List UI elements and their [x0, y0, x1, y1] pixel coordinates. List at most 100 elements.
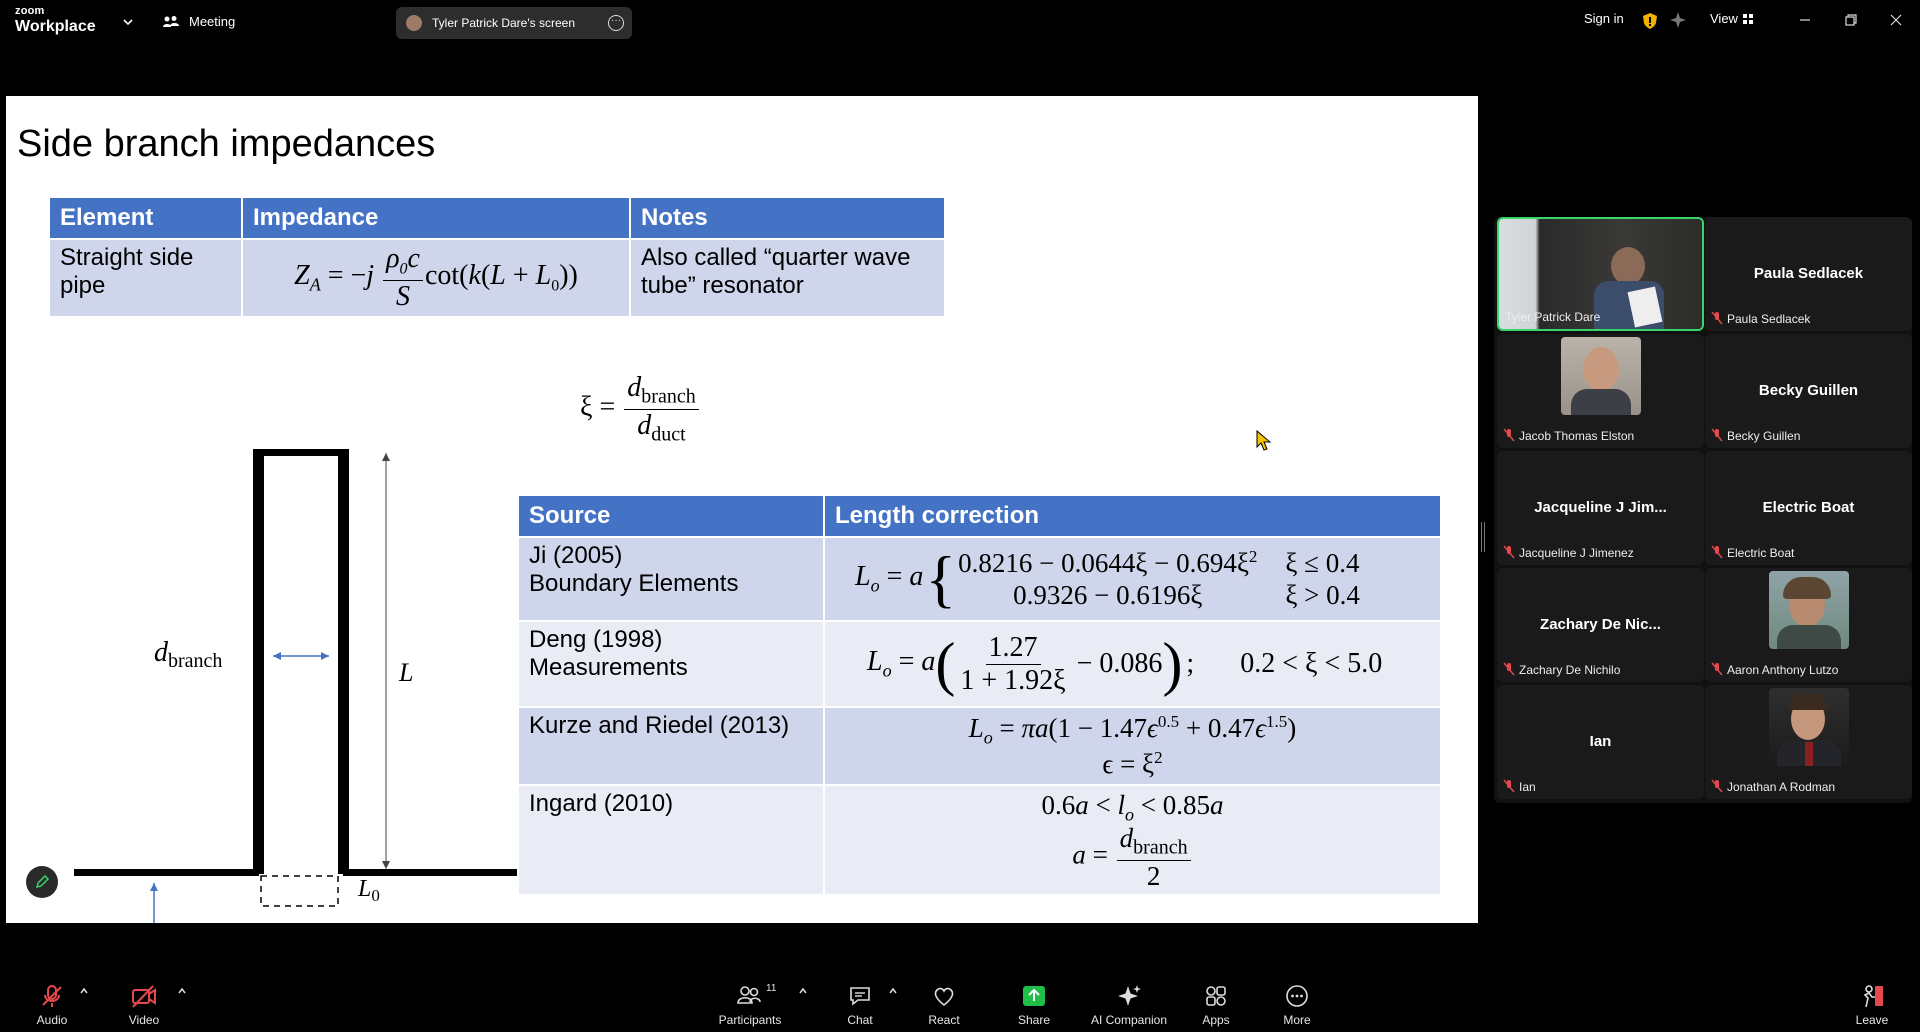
video-off-icon — [132, 985, 156, 1008]
heart-icon — [934, 987, 954, 1007]
mic-off-icon — [1503, 428, 1515, 442]
kurze-formula: Lo = πa(1 − 1.47ϵ0.5 + 0.47ϵ1.5) ϵ = ξ2 — [823, 705, 1442, 787]
mic-off-icon — [1503, 545, 1515, 559]
share-screen-icon — [1023, 986, 1045, 1006]
share-indicator-text: Tyler Patrick Dare's screen — [432, 16, 575, 30]
meeting-label: Meeting — [189, 14, 236, 29]
participant-tile[interactable]: Ian Ian — [1497, 685, 1704, 799]
participant-name: Tyler Patrick Dare — [1505, 310, 1601, 324]
participant-tile[interactable]: Becky Guillen Becky Guillen — [1705, 334, 1912, 448]
mic-off-icon — [1503, 662, 1515, 676]
end-correction-box — [260, 875, 339, 907]
participant-name: Zachary De Nichilo — [1519, 663, 1621, 677]
view-button[interactable]: View — [1710, 11, 1738, 26]
participant-tile[interactable]: Jacqueline J Jim... Jacqueline J Jimenez — [1497, 451, 1704, 565]
ji-formula: Lo = a { 0.8216 − 0.0644ξ − 0.694ξ2 ξ ≤ … — [823, 536, 1442, 622]
participants-icon — [737, 986, 761, 1004]
mic-off-icon — [1711, 662, 1723, 676]
table-cell: Straight side pipe — [48, 238, 243, 318]
more-button[interactable]: More — [1257, 983, 1337, 1027]
participant-name: Jacqueline J Jimenez — [1519, 546, 1634, 560]
mic-off-icon — [1711, 779, 1723, 793]
restore-icon[interactable] — [1841, 10, 1861, 30]
participant-name: Aaron Anthony Lutzo — [1727, 663, 1839, 677]
duct-wall-top-right — [343, 869, 521, 876]
participant-display-name: Electric Boat — [1762, 499, 1855, 516]
grid-view-icon[interactable] — [1742, 13, 1754, 25]
participants-options-caret-icon[interactable] — [798, 987, 808, 995]
leave-button[interactable]: Leave — [1832, 983, 1912, 1027]
meeting-toolbar: Audio Video Participants 11 Chat React S… — [0, 973, 1920, 1032]
video-options-caret-icon[interactable] — [177, 987, 187, 995]
more-icon — [1286, 985, 1308, 1007]
participant-display-name: Becky Guillen — [1758, 382, 1859, 399]
slide-title: Side branch impedances — [17, 123, 436, 165]
ai-companion-button[interactable]: AI Companion — [1084, 983, 1174, 1027]
sign-in-link[interactable]: Sign in — [1584, 11, 1624, 26]
participant-name: Jacob Thomas Elston — [1519, 429, 1635, 443]
apps-button[interactable]: Apps — [1176, 983, 1256, 1027]
participant-photo — [1769, 688, 1849, 766]
length-correction-table: Source Length correction Ji (2005) Bound… — [517, 494, 1442, 896]
d-branch-label: dbranch — [154, 637, 222, 672]
mic-off-icon — [1711, 545, 1723, 559]
participant-tile[interactable]: Aaron Anthony Lutzo — [1705, 568, 1912, 682]
annotate-pencil-icon[interactable] — [26, 866, 58, 898]
ingard-formula: 0.6a < lo < 0.85a a = dbranch 2 — [823, 784, 1442, 896]
meeting-menu[interactable]: Meeting — [162, 14, 235, 29]
screen-share-indicator[interactable]: Tyler Patrick Dare's screen ··· — [396, 7, 632, 39]
duct-wall-top-left — [74, 869, 259, 876]
resize-handle[interactable] — [1481, 522, 1485, 552]
participant-name: Electric Boat — [1727, 546, 1795, 560]
video-button[interactable]: Video — [104, 983, 184, 1027]
table-header: Impedance — [241, 196, 631, 240]
participant-photo — [1561, 337, 1641, 415]
participant-tile[interactable]: Tyler Patrick Dare — [1497, 217, 1704, 331]
participants-icon — [163, 15, 179, 27]
mic-off-icon — [1711, 311, 1723, 325]
title-bar: zoom Workplace Meeting Tyler Patrick Dar… — [0, 0, 1920, 45]
table-header: Element — [48, 196, 243, 240]
participant-name: Ian — [1519, 780, 1536, 794]
table-header: Notes — [629, 196, 946, 240]
table-cell: Kurze and Riedel (2013) — [517, 705, 825, 787]
participants-button[interactable]: Participants 11 — [710, 983, 790, 1027]
participant-tile[interactable]: Paula Sedlacek Paula Sedlacek — [1705, 217, 1912, 331]
xi-definition: ξ = dbranch dduct — [580, 374, 701, 444]
participant-photo — [1769, 571, 1849, 649]
mic-off-icon — [1711, 428, 1723, 442]
mic-off-icon — [1503, 779, 1515, 793]
presenter-head — [1611, 247, 1645, 285]
apps-icon — [1206, 986, 1226, 1006]
ai-sparkle-icon — [1118, 985, 1141, 1006]
participant-tile[interactable]: Zachary De Nic... Zachary De Nichilo — [1497, 568, 1704, 682]
minimize-icon[interactable] — [1795, 10, 1815, 30]
participant-tile[interactable]: Electric Boat Electric Boat — [1705, 451, 1912, 565]
impedance-formula: ZA = −j ρ0c Scot(k(L + L0)) — [241, 238, 631, 318]
chevron-down-icon[interactable] — [121, 15, 135, 29]
participant-display-name: Jacqueline J Jim... — [1534, 499, 1667, 516]
shield-icon[interactable] — [1642, 12, 1658, 30]
table-cell: Ji (2005) Boundary Elements — [517, 536, 825, 622]
table-header: Source — [517, 494, 825, 538]
end-correction-label: L0 — [357, 876, 380, 905]
shared-screen-slide: Side branch impedances Element Impedance… — [6, 96, 1478, 923]
more-options-icon[interactable]: ··· — [608, 15, 624, 31]
participant-display-name: Ian — [1589, 733, 1612, 750]
participants-count-badge: 11 — [766, 983, 777, 994]
close-icon[interactable] — [1886, 10, 1906, 30]
table-cell: Ingard (2010) — [517, 784, 825, 896]
chat-icon — [850, 987, 870, 1006]
sparkle-icon[interactable] — [1670, 12, 1686, 28]
share-button[interactable]: Share — [994, 983, 1074, 1027]
branch-cap — [253, 449, 349, 456]
participant-display-name: Paula Sedlacek — [1753, 265, 1864, 282]
audio-options-caret-icon[interactable] — [79, 987, 89, 995]
participant-tile[interactable]: Jacob Thomas Elston — [1497, 334, 1704, 448]
participant-tile[interactable]: Jonathan A Rodman — [1705, 685, 1912, 799]
zoom-workplace-logo: zoom Workplace — [15, 5, 96, 35]
chat-options-caret-icon[interactable] — [888, 987, 898, 995]
react-button[interactable]: React — [904, 983, 984, 1027]
impedance-table: Element Impedance Notes Straight side pi… — [48, 196, 946, 318]
branch-wall-right — [338, 449, 349, 874]
